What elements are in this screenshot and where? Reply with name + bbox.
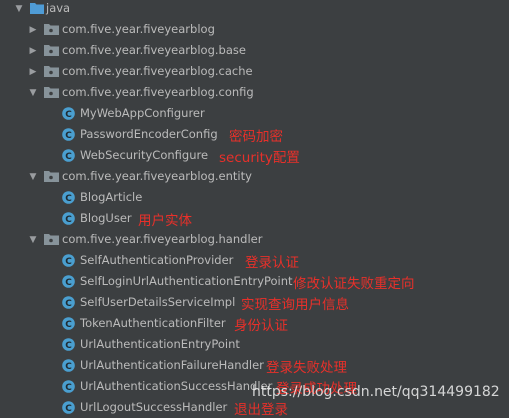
tree-node-label: PasswordEncoderConfig [80, 127, 218, 141]
class-icon: C [62, 338, 75, 351]
annotation-text: 用户实体 [138, 213, 192, 229]
tree-node-class[interactable]: C MyWebAppConfigurer [0, 103, 509, 124]
svg-text:C: C [65, 278, 72, 288]
class-icon: C [62, 401, 75, 414]
tree-node-label: SelfUserDetailsServiceImpl [80, 295, 236, 309]
package-icon [44, 65, 59, 77]
tree-node-package[interactable]: ▼ com.five.year.fiveyearblog.entity [0, 166, 509, 187]
svg-text:C: C [65, 194, 72, 204]
svg-text:C: C [65, 131, 72, 141]
annotation-text: 登录认证 [245, 255, 299, 271]
tree-node-class[interactable]: C BlogUser 用户实体 [0, 208, 509, 229]
svg-text:C: C [65, 215, 72, 225]
package-icon [44, 23, 59, 35]
chevron-down-icon[interactable]: ▼ [14, 4, 24, 14]
tree-node-label: SelfLoginUrlAuthenticationEntryPoint [80, 274, 293, 288]
tree-node-label: TokenAuthenticationFilter [80, 316, 226, 330]
annotation-text: 修改认证失败重定向 [293, 276, 415, 292]
tree-node-class[interactable]: C SelfLoginUrlAuthenticationEntryPoint 修… [0, 271, 509, 292]
chevron-right-icon[interactable]: ▶ [28, 67, 38, 77]
tree-node-label: UrlAuthenticationEntryPoint [80, 337, 240, 351]
tree-node-label: com.five.year.fiveyearblog.config [62, 85, 254, 99]
tree-node-class[interactable]: C BlogArticle [0, 187, 509, 208]
tree-node-package[interactable]: ▶ com.five.year.fiveyearblog [0, 19, 509, 40]
tree-node-label: java [46, 1, 71, 15]
tree-node-label: MyWebAppConfigurer [80, 106, 205, 120]
class-icon: C [62, 380, 75, 393]
chevron-down-icon[interactable]: ▼ [28, 88, 38, 98]
tree-node-label: UrlAuthenticationFailureHandler [80, 358, 264, 372]
package-icon [44, 233, 59, 245]
class-icon: C [62, 359, 75, 372]
folder-icon [30, 2, 44, 14]
tree-node-label: SelfAuthenticationProvider [80, 253, 234, 267]
svg-text:C: C [65, 257, 72, 267]
annotation-text: 退出登录 [234, 402, 288, 418]
annotation-text: security配置 [219, 150, 300, 166]
svg-text:C: C [65, 320, 72, 330]
annotation-text: 实现查询用户信息 [241, 297, 349, 313]
tree-node-class[interactable]: C UrlAuthenticationEntryPoint [0, 334, 509, 355]
class-icon: C [62, 149, 75, 162]
class-icon: C [62, 296, 75, 309]
svg-text:C: C [65, 404, 72, 414]
class-icon: C [62, 107, 75, 120]
tree-node-class[interactable]: C UrlAuthenticationFailureHandler 登录失败处理 [0, 355, 509, 376]
tree-node-class[interactable]: C PasswordEncoderConfig 密码加密 [0, 124, 509, 145]
annotation-text: 密码加密 [229, 129, 283, 145]
chevron-right-icon[interactable]: ▶ [28, 46, 38, 56]
annotation-text: 登录失败处理 [266, 360, 347, 376]
package-icon [44, 86, 59, 98]
class-icon: C [62, 317, 75, 330]
annotation-text: 身份认证 [234, 318, 288, 334]
tree-node-package[interactable]: ▶ com.five.year.fiveyearblog.cache [0, 61, 509, 82]
package-icon [44, 170, 59, 182]
tree-node-label: WebSecurityConfigure [80, 148, 209, 162]
tree-node-package[interactable]: ▼ com.five.year.fiveyearblog.handler [0, 229, 509, 250]
tree-node-class[interactable]: C SelfUserDetailsServiceImpl 实现查询用户信息 [0, 292, 509, 313]
tree-node-class[interactable]: C UrlLogoutSuccessHandler 退出登录 [0, 397, 509, 418]
svg-text:C: C [65, 383, 72, 393]
svg-text:C: C [65, 110, 72, 120]
tree-node-label: com.five.year.fiveyearblog.handler [62, 232, 263, 246]
tree-node-label: com.five.year.fiveyearblog.base [62, 43, 246, 57]
tree-node-class[interactable]: C SelfAuthenticationProvider 登录认证 [0, 250, 509, 271]
tree-node-label: com.five.year.fiveyearblog.cache [62, 64, 253, 78]
tree-node-package[interactable]: ▼ com.five.year.fiveyearblog.config [0, 82, 509, 103]
class-icon: C [62, 128, 75, 141]
svg-text:C: C [65, 341, 72, 351]
tree-node-label: UrlLogoutSuccessHandler [80, 400, 228, 414]
class-icon: C [62, 275, 75, 288]
tree-node-label: UrlAuthenticationSuccessHandler [80, 379, 273, 393]
tree-node-label: com.five.year.fiveyearblog.entity [62, 169, 252, 183]
tree-node-class[interactable]: C TokenAuthenticationFilter 身份认证 [0, 313, 509, 334]
svg-text:C: C [65, 299, 72, 309]
tree-node-package[interactable]: ▶ com.five.year.fiveyearblog.base [0, 40, 509, 61]
chevron-down-icon[interactable]: ▼ [28, 235, 38, 245]
tree-node-label: com.five.year.fiveyearblog [62, 22, 215, 36]
svg-text:C: C [65, 362, 72, 372]
tree-node-class[interactable]: C WebSecurityConfigure security配置 [0, 145, 509, 166]
chevron-down-icon[interactable]: ▼ [28, 172, 38, 182]
tree-node-label: BlogUser [80, 211, 132, 225]
watermark: https://blog.csdn.net/qq314499182 [252, 384, 500, 400]
svg-text:C: C [65, 152, 72, 162]
class-icon: C [62, 212, 75, 225]
package-icon [44, 44, 59, 56]
class-icon: C [62, 254, 75, 267]
tree-node-label: BlogArticle [80, 190, 143, 204]
tree-node-java[interactable]: ▼ java [0, 0, 509, 19]
class-icon: C [62, 191, 75, 204]
chevron-right-icon[interactable]: ▶ [28, 25, 38, 35]
